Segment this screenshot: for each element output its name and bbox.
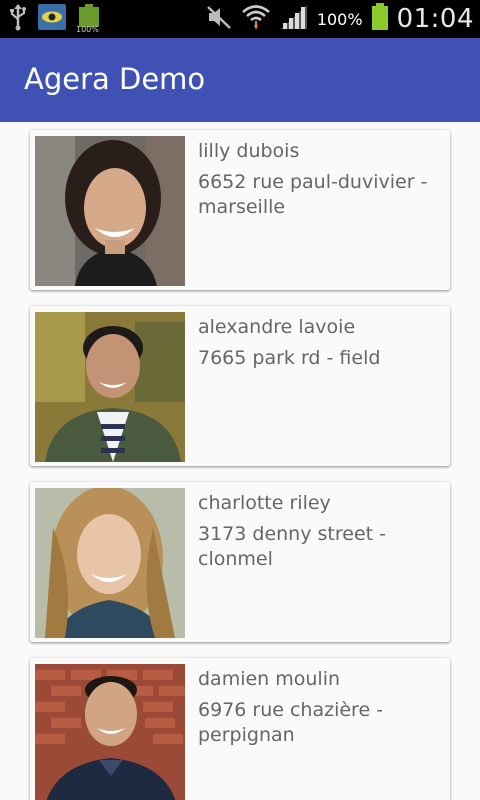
eye-app-icon — [38, 3, 66, 35]
mute-icon — [205, 3, 233, 36]
person-name: charlotte riley — [198, 492, 331, 514]
person-name: damien moulin — [198, 668, 341, 690]
people-list[interactable]: lilly dubois 6652 rue paul-duvivier - ma… — [0, 122, 480, 800]
person-card[interactable]: damien moulin 6976 rue chazière - perpig… — [30, 658, 450, 800]
signal-icon — [279, 3, 309, 36]
battery-notification-text: 100% — [76, 25, 99, 34]
person-card[interactable]: lilly dubois 6652 rue paul-duvivier - ma… — [30, 130, 450, 290]
status-bar: 100% 100% 01:04 — [0, 0, 480, 38]
person-card[interactable]: charlotte riley 3173 denny street - clon… — [30, 482, 450, 642]
person-photo — [35, 664, 185, 800]
battery-full-notification-icon: 100% — [76, 4, 102, 34]
person-photo — [35, 312, 185, 462]
clock: 01:04 — [396, 4, 474, 34]
app-bar: Agera Demo — [0, 38, 480, 122]
person-address: 6976 rue chazière - perpignan — [198, 699, 384, 746]
person-name: alexandre lavoie — [198, 316, 356, 338]
person-photo — [35, 136, 185, 286]
usb-icon — [8, 3, 28, 36]
person-address: 3173 denny street - clonmel — [198, 523, 386, 570]
person-address: 6652 rue paul-duvivier - marseille — [198, 171, 428, 218]
person-photo — [35, 488, 185, 638]
person-name: lilly dubois — [198, 140, 300, 162]
person-card[interactable]: alexandre lavoie 7665 park rd - field — [30, 306, 450, 466]
battery-icon — [371, 2, 389, 36]
app-title: Agera Demo — [24, 62, 206, 96]
wifi-icon — [241, 3, 271, 36]
battery-percent: 100% — [316, 9, 363, 29]
person-address: 7665 park rd - field — [198, 347, 381, 369]
